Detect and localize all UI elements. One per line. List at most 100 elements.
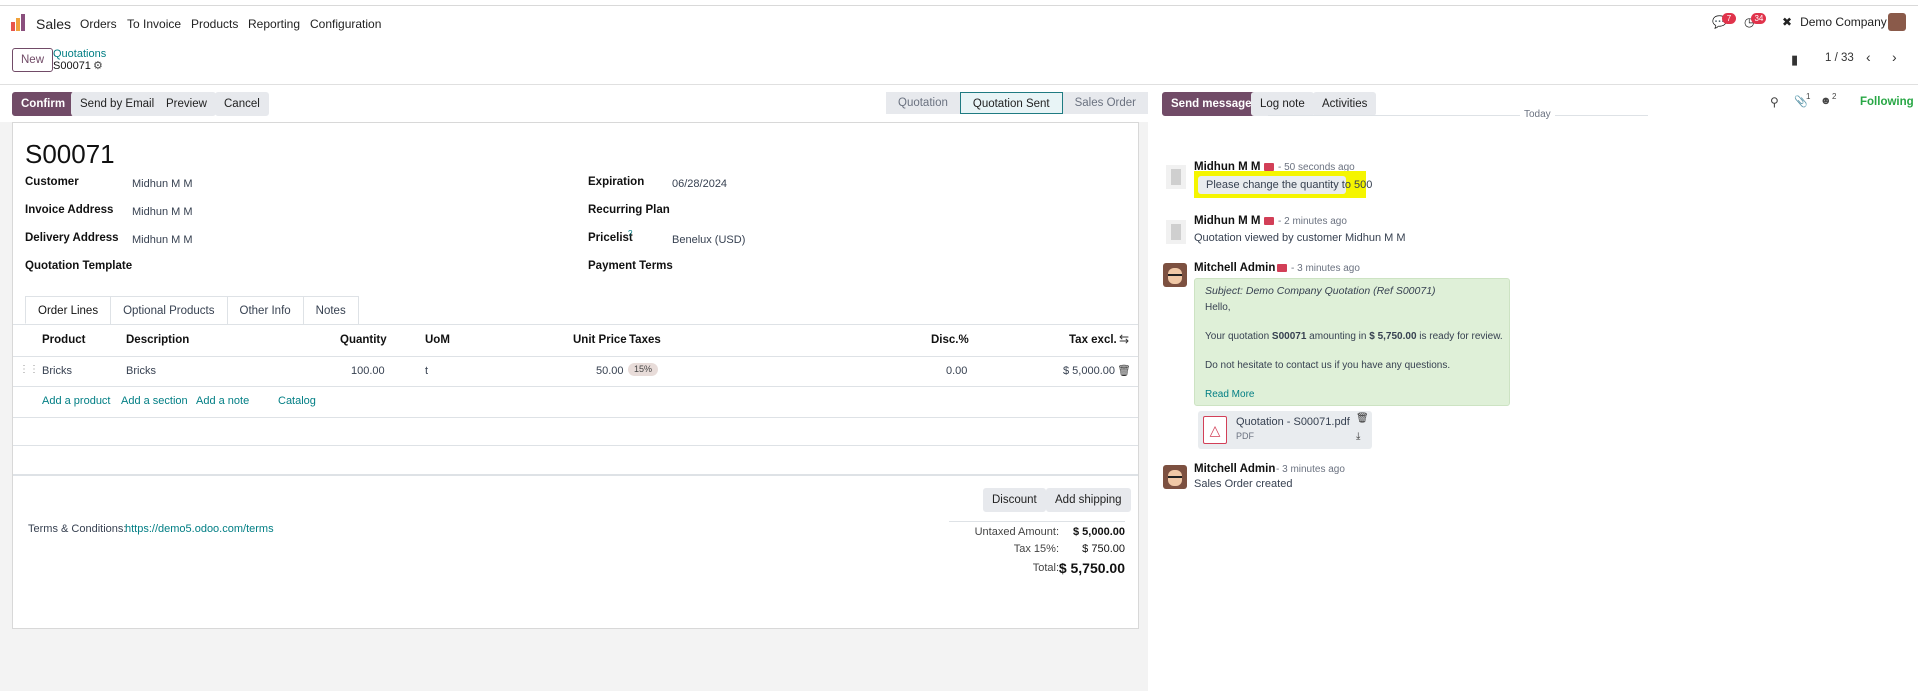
company-switcher[interactable]: ✖ Demo Company <box>1782 15 1887 29</box>
download-icon[interactable]: ⤓ <box>1356 431 1360 442</box>
next-record-icon[interactable]: › <box>1892 49 1897 65</box>
form-sheet: S00071 Customer Midhun M M Invoice Addre… <box>12 122 1139 629</box>
menu-configuration[interactable]: Configuration <box>310 17 381 31</box>
line-description[interactable]: Bricks <box>126 365 156 377</box>
attachment-card[interactable]: △ Quotation - S00071.pdf PDF 🗑 ⤓ <box>1198 411 1372 449</box>
trash-icon[interactable]: 🗑 <box>1117 364 1131 377</box>
menu-to-invoice[interactable]: To Invoice <box>127 17 181 31</box>
messages-menu[interactable]: 💬 7 <box>1712 12 1736 29</box>
col-taxes[interactable]: Taxes <box>629 334 661 346</box>
followers-icon[interactable]: ☻ <box>1820 95 1832 107</box>
catalog-link[interactable]: Catalog <box>278 395 316 407</box>
total-value: $ 5,750.00 <box>1058 560 1125 576</box>
message-author[interactable]: Mitchell Admin <box>1194 262 1275 274</box>
row-divider <box>13 475 1138 476</box>
pricelist-field[interactable]: Benelux (USD) <box>672 234 745 246</box>
pager-value[interactable]: 1 / 33 <box>1825 52 1854 64</box>
add-shipping-button[interactable]: Add shipping <box>1046 488 1131 512</box>
menu-reporting[interactable]: Reporting <box>248 17 300 31</box>
message-author[interactable]: Mitchell Admin <box>1194 463 1275 475</box>
envelope-icon <box>1264 163 1274 171</box>
control-panel: New Quotations S00071 ⚙ ▮ 1 / 33 ‹ › <box>0 39 1918 85</box>
tab-notes[interactable]: Notes <box>302 296 359 324</box>
invoice-address-field[interactable]: Midhun M M <box>132 206 193 218</box>
expiration-field[interactable]: 06/28/2024 <box>672 178 727 190</box>
recurring-plan-label: Recurring Plan <box>588 204 670 216</box>
add-product-link[interactable]: Add a product <box>42 395 111 407</box>
customer-field[interactable]: Midhun M M <box>132 178 193 190</box>
followers-count: 2 <box>1832 92 1837 101</box>
attachment-type: PDF <box>1236 431 1254 441</box>
add-section-link[interactable]: Add a section <box>121 395 188 407</box>
optional-columns-icon[interactable]: ⇆ <box>1119 332 1129 346</box>
send-by-email-button[interactable]: Send by Email <box>71 92 164 116</box>
pricelist-help-icon[interactable]: ? <box>628 229 632 238</box>
app-name[interactable]: Sales <box>36 16 71 32</box>
activities-menu[interactable]: ◷ 34 <box>1744 12 1767 29</box>
tab-other-info[interactable]: Other Info <box>226 296 304 324</box>
customer-avatar <box>1166 220 1186 244</box>
confirm-button[interactable]: Confirm <box>12 92 75 116</box>
following-button[interactable]: Following <box>1860 96 1914 108</box>
record-name: S00071 <box>25 139 115 169</box>
message-author[interactable]: Midhun M M <box>1194 215 1260 227</box>
gear-icon[interactable]: ⚙ <box>93 59 103 72</box>
col-uom[interactable]: UoM <box>425 334 450 346</box>
stage-sales-order[interactable]: Sales Order <box>1062 92 1148 114</box>
delivery-address-field[interactable]: Midhun M M <box>132 234 193 246</box>
col-description[interactable]: Description <box>126 334 189 346</box>
untaxed-amount-label: Untaxed Amount: <box>974 526 1059 538</box>
menu-products[interactable]: Products <box>191 17 238 31</box>
log-note-button[interactable]: Log note <box>1251 92 1314 116</box>
col-discount[interactable]: Disc.% <box>931 334 969 346</box>
attachment-name: Quotation - S00071.pdf <box>1236 416 1350 428</box>
preview-button[interactable]: Preview <box>157 92 216 116</box>
terms-link[interactable]: https://demo5.odoo.com/terms <box>125 523 274 535</box>
read-more-link[interactable]: Read More <box>1205 389 1254 400</box>
breadcrumb-current: S00071 <box>53 60 91 72</box>
user-menu[interactable] <box>1888 13 1906 31</box>
activities-button[interactable]: Activities <box>1313 92 1377 116</box>
col-tax-excl[interactable]: Tax excl. <box>1069 334 1117 346</box>
col-unit-price[interactable]: Unit Price <box>573 334 627 346</box>
tax-label: Tax 15%: <box>1013 543 1059 555</box>
discount-button[interactable]: Discount <box>983 488 1046 512</box>
line-uom[interactable]: t <box>425 365 428 377</box>
mitchell-admin-avatar <box>1163 263 1187 287</box>
col-quantity[interactable]: Quantity <box>340 334 387 346</box>
message-time: - 2 minutes ago <box>1278 216 1347 227</box>
cancel-button[interactable]: Cancel <box>215 92 269 116</box>
drag-handle-icon[interactable]: ⋮⋮ <box>19 364 39 375</box>
activities-badge: 34 <box>1751 12 1767 24</box>
line-quantity[interactable]: 100.00 <box>351 365 385 377</box>
previous-record-icon[interactable]: ‹ <box>1866 49 1871 65</box>
menu-orders[interactable]: Orders <box>80 17 117 31</box>
line-tax-badge[interactable]: 15% <box>628 363 659 376</box>
pdf-file-icon: △ <box>1203 416 1227 444</box>
delivery-address-label: Delivery Address <box>25 232 119 244</box>
line-product[interactable]: Bricks <box>42 365 72 377</box>
search-icon[interactable]: ⚲ <box>1770 95 1779 109</box>
email-line-1: Your quotation S00071 amounting in $ 5,7… <box>1205 331 1503 342</box>
add-note-link[interactable]: Add a note <box>196 395 249 407</box>
col-product[interactable]: Product <box>42 334 85 346</box>
message-text: Please change the quantity to 500 <box>1206 179 1373 191</box>
payment-terms-label: Payment Terms <box>588 260 673 272</box>
form-tabs: Order Lines Optional Products Other Info… <box>25 296 359 324</box>
delete-attachment-icon[interactable]: 🗑 <box>1356 413 1369 424</box>
stage-quotation[interactable]: Quotation <box>886 92 960 114</box>
envelope-icon <box>1277 264 1287 272</box>
sales-app-icon[interactable] <box>11 14 28 31</box>
messages-badge: 7 <box>1721 12 1736 24</box>
tab-optional-products[interactable]: Optional Products <box>110 296 228 324</box>
send-message-button[interactable]: Send message <box>1162 92 1261 116</box>
line-unit-price[interactable]: 50.00 <box>596 365 624 377</box>
date-separator-label: Today <box>1520 109 1555 120</box>
stage-quotation-sent[interactable]: Quotation Sent <box>959 92 1063 114</box>
tab-order-lines[interactable]: Order Lines <box>25 296 112 324</box>
envelope-icon <box>1264 217 1274 225</box>
line-discount[interactable]: 0.00 <box>946 365 967 377</box>
new-button[interactable]: New <box>12 48 54 72</box>
bookmark-icon[interactable]: ▮ <box>1791 52 1798 68</box>
expiration-label: Expiration <box>588 176 645 188</box>
